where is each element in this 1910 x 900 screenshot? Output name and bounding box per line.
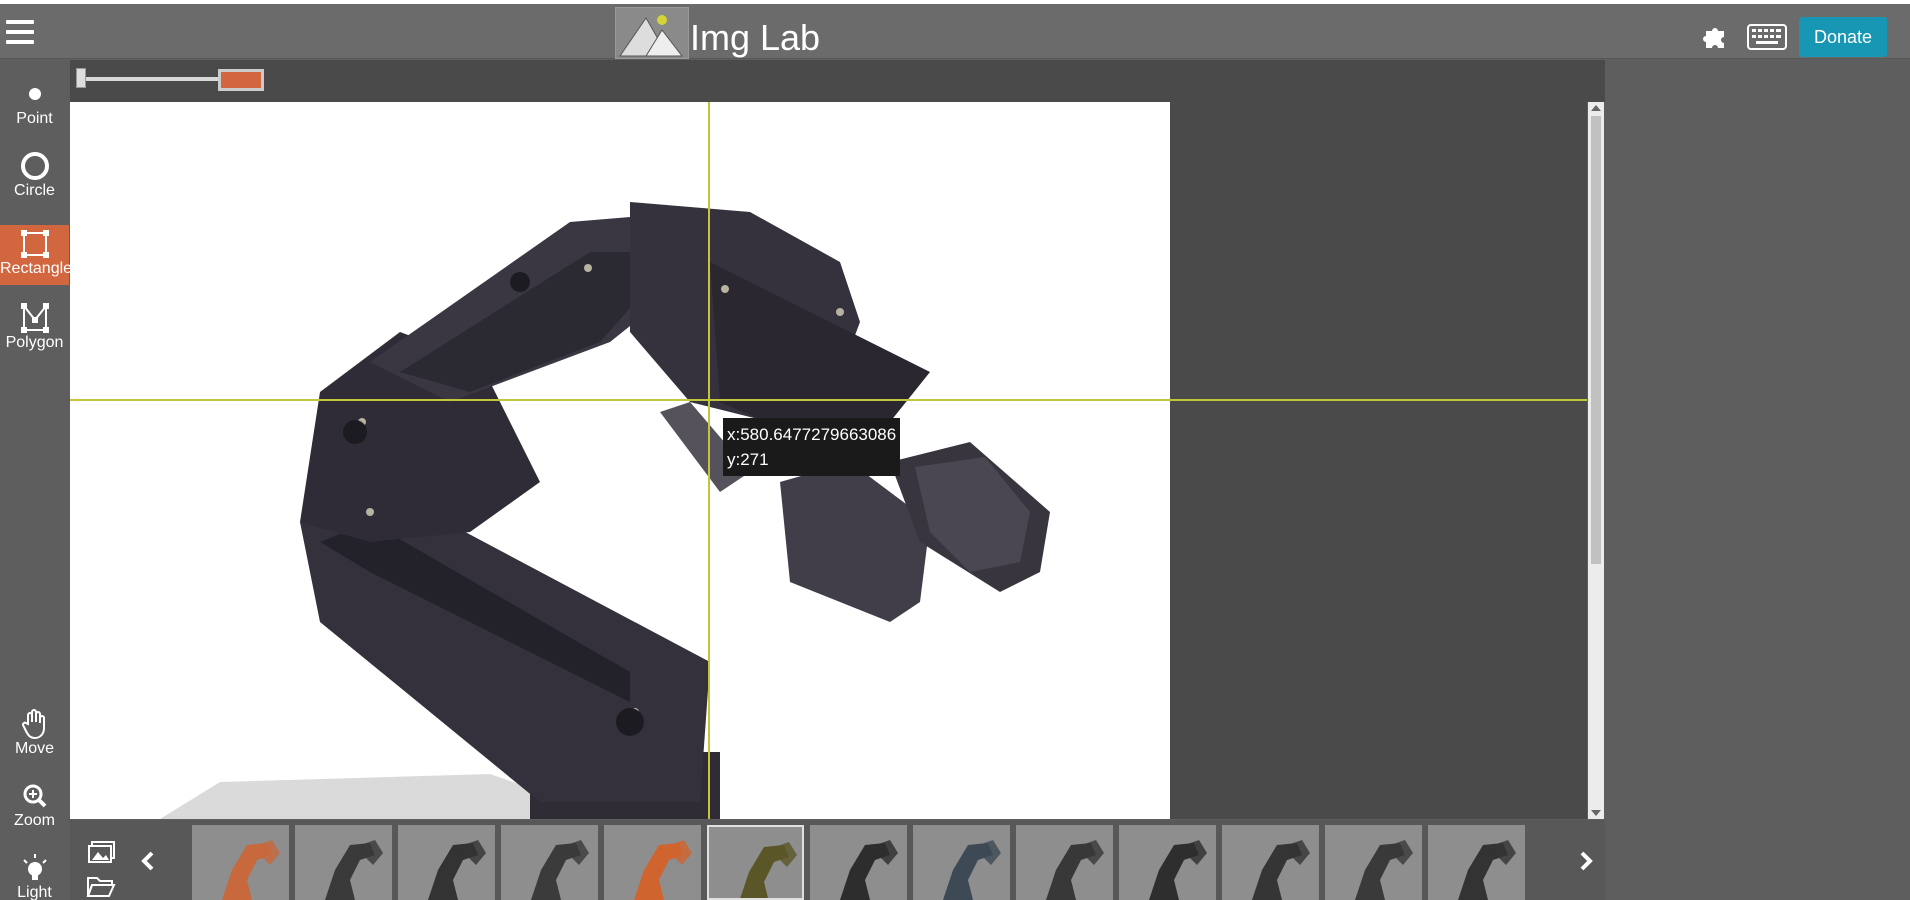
lightbulb-icon — [0, 852, 69, 884]
annotation-canvas[interactable]: x:580.6477279663086 y:271 — [70, 102, 1587, 819]
thumbnail-13[interactable] — [1428, 825, 1525, 900]
tool-zoom-label: Zoom — [14, 812, 55, 829]
tool-zoom[interactable]: Zoom — [0, 780, 69, 840]
canvas-vertical-scrollbar[interactable] — [1588, 102, 1604, 819]
img-lab-logo — [615, 7, 689, 59]
app-header: Img Lab Donate — [0, 4, 1910, 59]
crosshair-vertical — [708, 102, 710, 819]
app-title: Img Lab — [690, 17, 821, 58]
puzzle-icon[interactable] — [1702, 22, 1730, 50]
tool-move-label: Move — [14, 740, 55, 757]
thumbnail-12[interactable] — [1325, 825, 1422, 900]
tool-polygon-label: Polygon — [5, 334, 64, 351]
thumbnail-10[interactable] — [1119, 825, 1216, 900]
zoom-slider-bar — [70, 60, 1605, 102]
chevron-left-icon[interactable] — [140, 850, 156, 877]
robotic-arm-image[interactable] — [70, 102, 1170, 819]
tool-sidebar: Point Circle Rectangle Polygon Move Zoom… — [0, 60, 73, 900]
thumbnail-8[interactable] — [913, 825, 1010, 900]
coord-x-readout: x:580.6477279663086 — [727, 425, 897, 444]
tool-light-label: Light — [17, 884, 52, 900]
scroll-down-arrow[interactable] — [1591, 810, 1601, 816]
thumbnail-6[interactable] — [707, 825, 804, 900]
polygon-icon — [0, 302, 69, 334]
thumbnail-5[interactable] — [604, 825, 701, 900]
zoom-slider-handle[interactable] — [218, 69, 264, 91]
right-panel — [1605, 60, 1910, 900]
donate-button[interactable]: Donate — [1799, 17, 1887, 57]
tool-circle-label: Circle — [14, 182, 55, 199]
scroll-up-arrow[interactable] — [1591, 105, 1601, 111]
keyboard-icon[interactable] — [1747, 24, 1787, 50]
tool-polygon[interactable]: Polygon — [0, 302, 69, 362]
tool-move[interactable]: Move — [0, 708, 69, 768]
rectangle-icon — [0, 228, 69, 260]
tool-light[interactable]: Light — [0, 852, 69, 900]
folder-open-icon[interactable] — [86, 876, 116, 900]
point-icon — [0, 78, 69, 110]
thumbnail-2[interactable] — [295, 825, 392, 900]
thumbnail-1[interactable] — [192, 825, 289, 900]
crosshair-horizontal — [70, 399, 1587, 401]
thumbnail-7[interactable] — [810, 825, 907, 900]
image-thumbnail-strip — [70, 820, 1605, 900]
thumbnail-11[interactable] — [1222, 825, 1319, 900]
circle-icon — [0, 150, 69, 182]
thumbnail-4[interactable] — [501, 825, 598, 900]
tool-rectangle-label: Rectangle — [0, 260, 73, 277]
coordinate-tooltip: x:580.6477279663086 y:271 — [723, 418, 901, 476]
tool-point[interactable]: Point — [0, 78, 69, 138]
tool-rectangle[interactable]: Rectangle — [0, 225, 73, 285]
zoom-slider-min-handle[interactable] — [76, 68, 86, 88]
tool-circle[interactable]: Circle — [0, 150, 69, 210]
zoom-icon — [0, 780, 69, 812]
chevron-right-icon[interactable] — [1578, 850, 1594, 877]
coord-y-readout: y:271 — [727, 450, 769, 469]
tool-point-label: Point — [16, 110, 53, 127]
thumbnail-3[interactable] — [398, 825, 495, 900]
hamburger-menu-icon[interactable] — [6, 20, 34, 46]
gallery-images-icon[interactable] — [88, 840, 116, 869]
hand-icon — [0, 708, 69, 740]
thumbnail-9[interactable] — [1016, 825, 1113, 900]
scrollbar-thumb[interactable] — [1591, 116, 1601, 564]
